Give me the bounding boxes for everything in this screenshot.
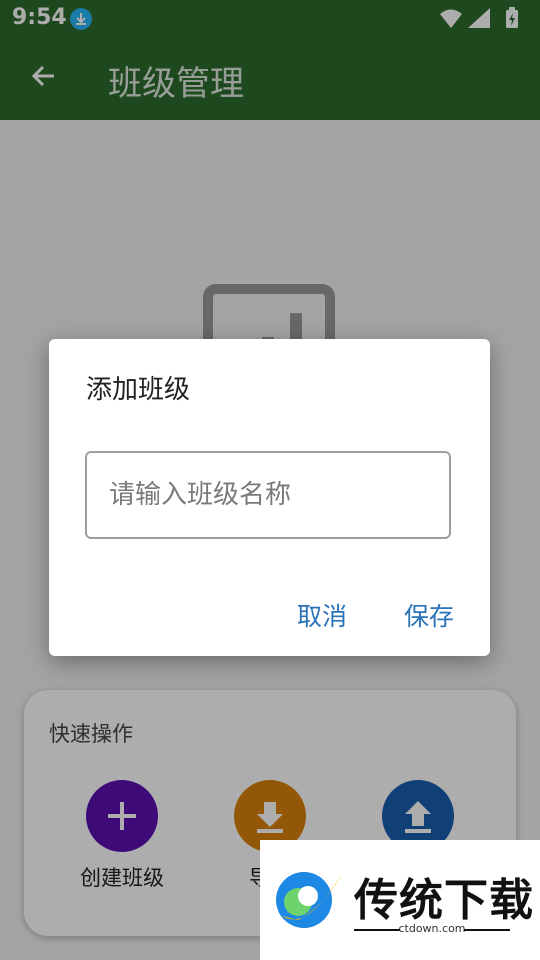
watermark-text: 传统下载 (354, 875, 534, 926)
dialog-title: 添加班级 (86, 375, 191, 405)
cancel-button[interactable]: 取消 (297, 597, 347, 633)
watermark-overlay: 传统下载 ctdown.com (260, 840, 540, 960)
add-class-dialog: 添加班级 取消 保存 (49, 339, 490, 656)
class-name-input[interactable] (85, 451, 451, 539)
watermark-logo-icon (268, 862, 348, 942)
save-button[interactable]: 保存 (404, 597, 454, 633)
watermark-sub: ctdown.com (354, 922, 510, 935)
